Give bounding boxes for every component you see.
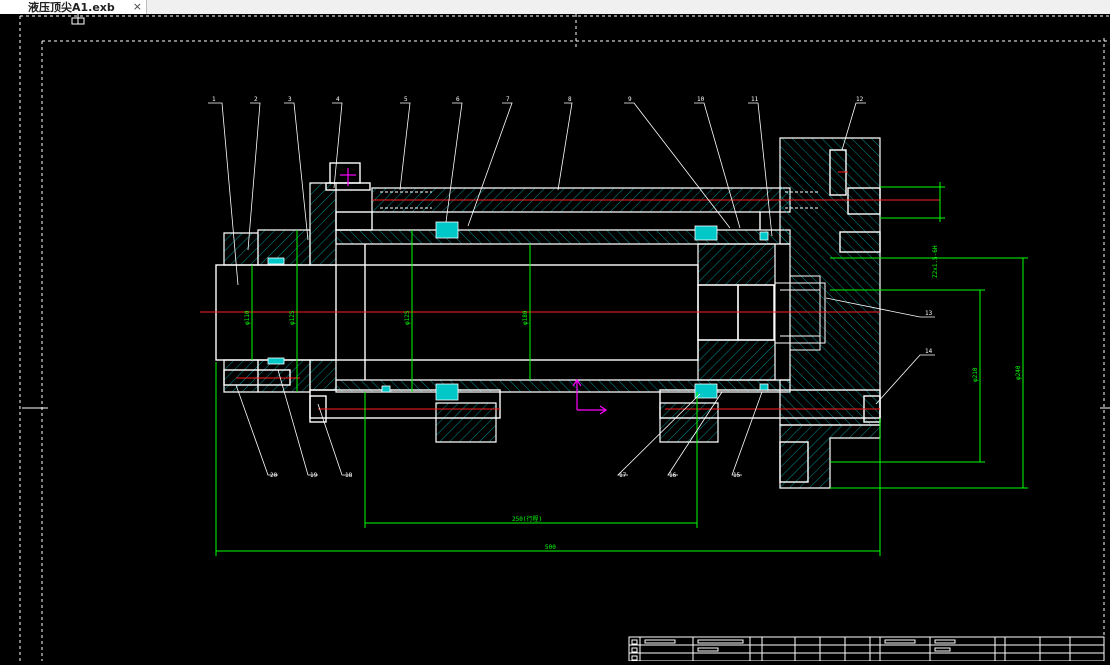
dim-right-3: φ240 [1015,365,1022,380]
balloon: 6 [456,96,460,103]
balloon: 9 [628,96,632,103]
document-tab-title: 液压顶尖A1.exb [28,1,115,14]
balloon: 8 [568,96,572,103]
dim-left-1: φ110 [244,310,251,325]
dim-mid-1: φ125 [404,310,411,325]
balloon: 3 [288,96,292,103]
balloon: 7 [506,96,510,103]
balloon: 10 [697,96,705,103]
balloon: 4 [336,96,340,103]
close-icon[interactable]: × [133,0,142,14]
title-block [628,636,1105,662]
balloon: 15 [733,472,741,479]
cad-drawing[interactable]: 500 250(行程) φ110 φ125 φ125 φ180 Z2x1.5-6… [0,14,1110,662]
balloon: 11 [751,96,759,103]
dim-mid-2: φ180 [522,310,529,325]
balloon: 19 [310,472,318,479]
dim-right-1: Z2x1.5-6H [932,245,939,278]
dimension-texts: 500 250(行程) φ110 φ125 φ125 φ180 Z2x1.5-6… [244,245,1022,551]
balloon: 5 [404,96,408,103]
document-tab[interactable]: 液压顶尖A1.exb × [0,0,147,14]
balloon: 20 [270,472,278,479]
sheet-border [19,14,1110,661]
balloon: 1 [212,96,216,103]
balloon: 14 [925,348,933,355]
assembly-section[interactable] [215,137,881,489]
balloon: 2 [254,96,258,103]
balloon: 12 [856,96,864,103]
drawing-canvas[interactable]: 500 250(行程) φ110 φ125 φ125 φ180 Z2x1.5-6… [0,14,1110,662]
dim-overall-length: 500 [545,544,556,551]
document-tab-bar: 液压顶尖A1.exb × [0,0,1110,14]
dim-stroke: 250(行程) [512,515,542,523]
balloon: 18 [345,472,353,479]
balloon: 16 [669,472,677,479]
dim-left-2: φ125 [289,310,296,325]
dim-right-2: φ210 [972,367,979,382]
balloon: 17 [619,472,627,479]
balloon: 13 [925,310,933,317]
